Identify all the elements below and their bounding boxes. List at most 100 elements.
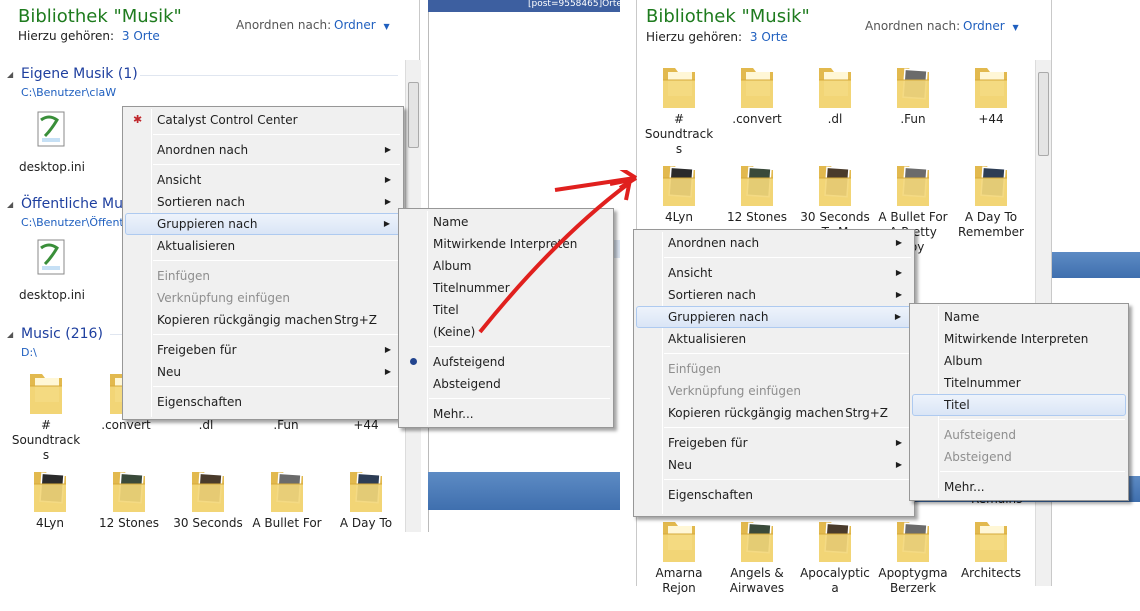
folder-item[interactable]: Angels & Airwaves xyxy=(721,514,793,611)
group-collapse-icon[interactable]: ◢ xyxy=(7,70,13,79)
group-collapse-icon[interactable]: ◢ xyxy=(7,330,13,339)
submenu-arrow-icon: ▶ xyxy=(384,175,391,184)
menu-item-label: Ansicht xyxy=(668,266,713,280)
folder-name: A Day To xyxy=(339,516,393,530)
menu-item[interactable]: Aktualisieren xyxy=(636,328,912,350)
annotation-arrow xyxy=(478,170,638,334)
menu-item-label: Verknüpfung einfügen xyxy=(157,291,290,305)
menu-item[interactable]: Eigenschaften xyxy=(125,391,401,413)
folder-item[interactable]: Apocalyptica xyxy=(799,514,871,611)
menu-item[interactable]: Neu ▶ xyxy=(636,454,912,476)
menu-item[interactable]: Gruppieren nach ▶ xyxy=(125,213,401,235)
folder-item[interactable]: .dl xyxy=(799,60,871,157)
folder-icon xyxy=(741,166,773,206)
scrollbar-thumb[interactable] xyxy=(408,82,419,148)
folder-name: .convert xyxy=(732,112,782,126)
menu-separator xyxy=(664,257,911,258)
menu-item-label: Einfügen xyxy=(157,269,210,283)
menu-item[interactable]: Kopieren rückgängig machen Strg+Z xyxy=(125,309,401,331)
folder-item[interactable]: Amarna Rejon xyxy=(643,514,715,611)
folder-item[interactable]: Apoptygma Berzerk xyxy=(877,514,949,611)
group-path[interactable]: C:\Benutzer\Öffentlich xyxy=(21,216,123,229)
folder-item[interactable]: +44 xyxy=(955,60,1027,157)
folder-item[interactable]: .convert xyxy=(721,60,793,157)
submenu-item-label: Aufsteigend xyxy=(433,355,505,369)
group-header[interactable]: Eigene Musik (1) xyxy=(21,66,138,82)
arrange-by-dropdown[interactable]: Ordner ▼ xyxy=(963,19,1019,33)
menu-item[interactable]: Freigeben für ▶ xyxy=(125,339,401,361)
menu-item[interactable]: Kopieren rückgängig machen Strg+Z xyxy=(636,402,912,424)
menu-separator xyxy=(153,386,400,387)
folder-item[interactable]: 4Lyn xyxy=(14,464,86,561)
menu-item-label: Anordnen nach xyxy=(668,236,760,250)
menu-item[interactable]: Anordnen nach ▶ xyxy=(125,139,401,161)
folder-item[interactable]: # Soundtracks xyxy=(643,60,715,157)
scrollbar-thumb[interactable] xyxy=(1038,72,1049,156)
submenu-item[interactable]: Aufsteigend xyxy=(401,351,611,373)
menu-item-label: Neu xyxy=(157,365,181,379)
menu-item[interactable]: Anordnen nach ▶ xyxy=(636,232,912,254)
menu-item[interactable]: Sortieren nach ▶ xyxy=(125,191,401,213)
arrange-by-dropdown[interactable]: Ordner ▼ xyxy=(334,18,390,32)
folder-icon xyxy=(819,522,851,562)
menu-item[interactable]: Neu ▶ xyxy=(125,361,401,383)
folder-name: Apoptygma Berzerk xyxy=(878,566,948,595)
menu-item-label: Aktualisieren xyxy=(668,332,747,346)
submenu-arrow-icon: ▶ xyxy=(384,145,391,154)
group-path[interactable]: D:\ xyxy=(21,346,37,359)
locations-link[interactable]: 3 Orte xyxy=(122,29,160,43)
menu-item-label: Anordnen nach xyxy=(157,143,249,157)
submenu-item-label: Name xyxy=(944,310,980,324)
file-item[interactable]: desktop.ini xyxy=(16,108,88,205)
submenu-item-label: Mitwirkende Interpreten xyxy=(944,332,1089,346)
menu-item-label: Catalyst Control Center xyxy=(157,113,298,127)
submenu-item-label: Album xyxy=(944,354,983,368)
menu-item-label: Einfügen xyxy=(668,362,721,376)
folder-icon xyxy=(741,68,773,108)
group-collapse-icon[interactable]: ◢ xyxy=(7,200,13,209)
folder-item[interactable]: A Bullet For xyxy=(251,464,323,561)
folder-item[interactable]: .Fun xyxy=(877,60,949,157)
group-path[interactable]: C:\Benutzer\claW xyxy=(21,86,116,99)
folder-item[interactable]: A Day To Remember xyxy=(955,158,1027,255)
menu-item-label: Aktualisieren xyxy=(157,239,236,253)
menu-item[interactable]: Gruppieren nach ▶ xyxy=(636,306,912,328)
file-item[interactable]: desktop.ini xyxy=(16,236,88,333)
submenu-item-label: Absteigend xyxy=(433,377,501,391)
menu-item[interactable]: ✱ Catalyst Control Center xyxy=(125,109,401,131)
submenu-item[interactable]: Absteigend xyxy=(401,373,611,395)
folder-item[interactable]: 12 Stones xyxy=(93,464,165,561)
right-blue-band xyxy=(1052,252,1140,278)
menu-item-label: Ansicht xyxy=(157,173,202,187)
folder-item[interactable]: A Day To xyxy=(330,464,402,561)
folder-item[interactable]: 30 Seconds xyxy=(172,464,244,561)
menu-separator xyxy=(940,419,1125,420)
submenu-item[interactable]: Album xyxy=(912,350,1126,372)
submenu-item[interactable]: Name xyxy=(912,306,1126,328)
folder-icon xyxy=(897,166,929,206)
menu-item[interactable]: Sortieren nach ▶ xyxy=(636,284,912,306)
submenu-arrow-icon: ▶ xyxy=(895,238,902,247)
menu-item[interactable]: Aktualisieren xyxy=(125,235,401,257)
locations-link[interactable]: 3 Orte xyxy=(750,30,788,44)
folder-item[interactable]: Architects xyxy=(955,514,1027,611)
folder-name: Amarna Rejon xyxy=(655,566,703,595)
submenu-item[interactable]: Titel xyxy=(912,394,1126,416)
submenu-arrow-icon: ▶ xyxy=(895,460,902,469)
folder-icon xyxy=(741,522,773,562)
submenu-item-label: Titelnummer xyxy=(944,376,1021,390)
folder-name: .dl xyxy=(827,112,843,126)
submenu-item[interactable]: Mehr... xyxy=(401,403,611,425)
menu-item[interactable]: Ansicht ▶ xyxy=(636,262,912,284)
menu-item[interactable]: Eigenschaften xyxy=(636,484,912,506)
submenu-item[interactable]: Mitwirkende Interpreten xyxy=(912,328,1126,350)
menu-item[interactable]: Freigeben für ▶ xyxy=(636,432,912,454)
submenu-item[interactable]: Titelnummer xyxy=(912,372,1126,394)
folder-icon xyxy=(30,374,62,414)
menu-item[interactable]: Ansicht ▶ xyxy=(125,169,401,191)
folder-item[interactable]: # Soundtracks xyxy=(10,366,82,463)
group-header[interactable]: Music (216) xyxy=(21,326,103,342)
menu-item: Einfügen xyxy=(636,358,912,380)
submenu-item-label: Album xyxy=(433,259,472,273)
submenu-item[interactable]: Mehr... xyxy=(912,476,1126,498)
